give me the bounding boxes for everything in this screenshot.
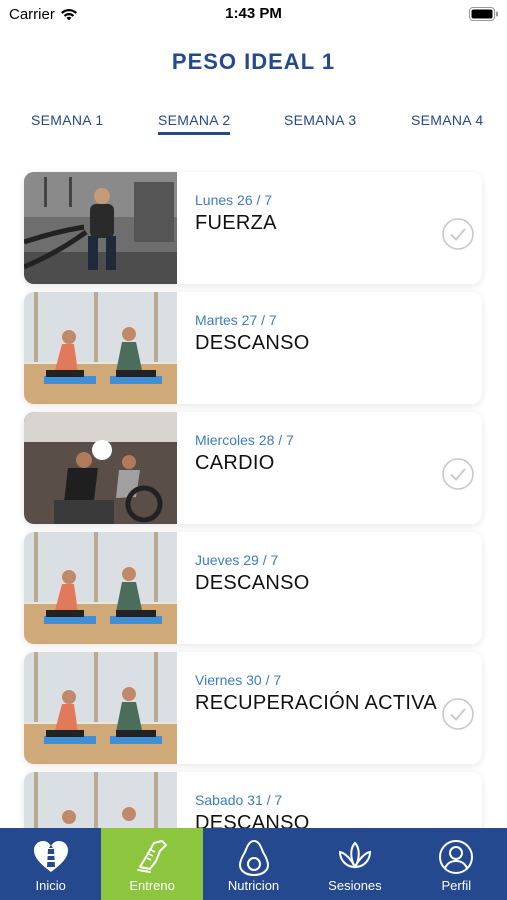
tab-semana-1[interactable]: SEMANA 1	[31, 112, 103, 132]
sneaker-icon	[137, 840, 168, 873]
nav-nutricion[interactable]: Nutricion	[203, 828, 304, 900]
day-date: Miercoles 28 / 7	[195, 432, 294, 448]
day-date: Viernes 30 / 7	[195, 672, 282, 688]
day-workout-name: RECUPERACIÓN ACTIVA	[195, 692, 438, 714]
check-circle-icon	[442, 458, 474, 490]
day-date: Jueves 29 / 7	[195, 552, 279, 568]
day-card[interactable]: Lunes 26 / 7 FUERZA	[24, 172, 482, 284]
heart-lighthouse-icon	[33, 841, 68, 872]
day-workout-name: DESCANSO	[195, 572, 310, 594]
tab-semana-4[interactable]: SEMANA 4	[411, 112, 483, 132]
nav-label: Nutricion	[227, 878, 280, 893]
lotus-icon	[338, 841, 371, 869]
day-date: Martes 27 / 7	[195, 312, 277, 328]
day-date: Sabado 31 / 7	[195, 792, 283, 808]
avocado-icon	[238, 839, 269, 877]
tab-semana-3[interactable]: SEMANA 3	[284, 112, 356, 132]
nav-entreno[interactable]: Entreno	[101, 828, 203, 900]
day-workout-name: CARDIO	[195, 452, 275, 474]
check-circle-icon	[442, 218, 474, 250]
page-title: PESO IDEAL 1	[171, 49, 336, 74]
battle-ropes-photo	[24, 172, 177, 284]
tab-semana-2[interactable]: SEMANA 2	[158, 112, 231, 135]
nav-label: Entreno	[129, 878, 175, 893]
nav-inicio[interactable]: Inicio	[0, 828, 101, 900]
nav-perfil[interactable]: Perfil	[406, 828, 507, 900]
day-workout-name: FUERZA	[195, 212, 277, 234]
day-date: Lunes 26 / 7	[195, 192, 273, 208]
day-workout-name: DESCANSO	[195, 332, 310, 354]
nav-label: Perfil	[441, 878, 472, 893]
user-icon	[439, 840, 474, 874]
nav-label: Sesiones	[328, 878, 382, 893]
day-card[interactable]: Viernes 30 / 7 RECUPERACIÓN ACTIVA	[24, 652, 482, 764]
stretching-photo	[24, 652, 177, 764]
status-bar: Carrier 1:43 PM	[0, 0, 507, 30]
stretching-photo	[24, 292, 177, 404]
week-tabs: SEMANA 1 SEMANA 2 SEMANA 3 SEMANA 4	[0, 112, 507, 142]
day-card[interactable]: Miercoles 28 / 7 CARDIO	[24, 412, 482, 524]
check-circle-icon	[442, 698, 474, 730]
stretching-photo	[24, 532, 177, 644]
status-time: 1:43 PM	[225, 5, 282, 22]
day-card[interactable]: Martes 27 / 7 DESCANSO	[24, 292, 482, 404]
bottom-tab-bar: Inicio Entreno Nutricion Sesiones Perfil	[0, 828, 507, 900]
nav-sesiones[interactable]: Sesiones	[304, 828, 405, 900]
nav-label: Inicio	[35, 878, 66, 893]
cycling-photo	[24, 412, 177, 524]
battery-icon	[469, 7, 498, 21]
day-card[interactable]: Jueves 29 / 7 DESCANSO	[24, 532, 482, 644]
